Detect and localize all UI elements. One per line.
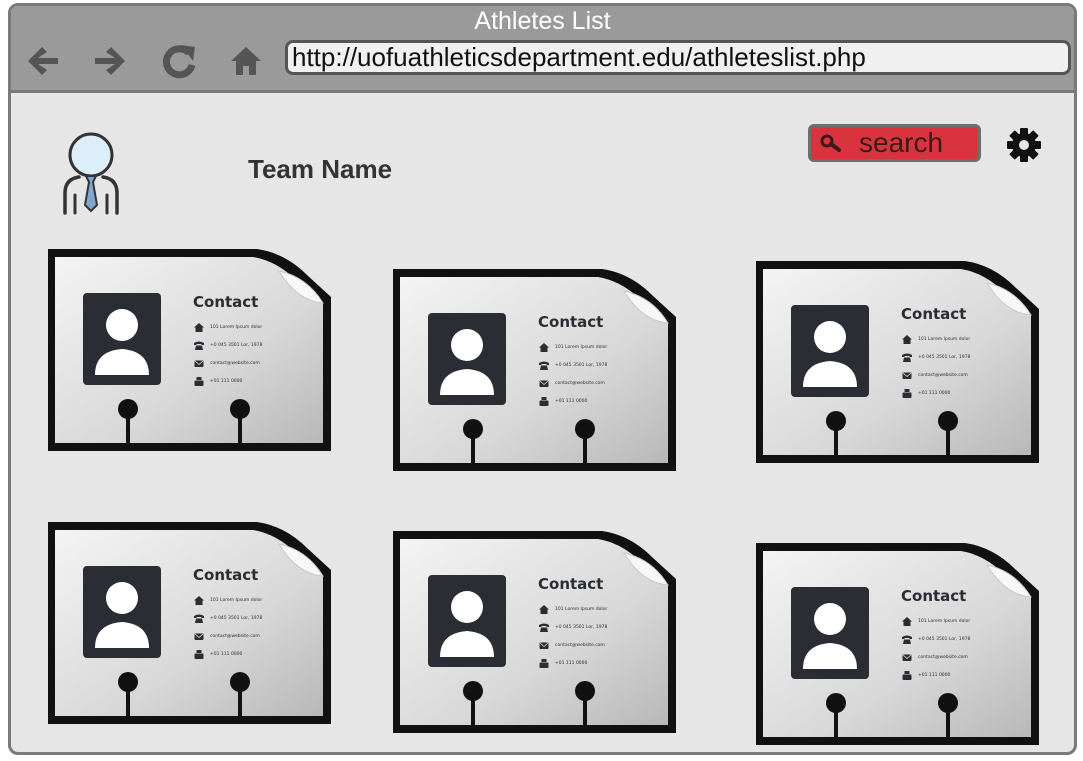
card-detail-line: 101 Lorem Ipsum dolor	[210, 325, 263, 330]
phone-icon	[539, 623, 549, 632]
email-icon	[194, 632, 204, 641]
home-small-icon	[539, 343, 549, 352]
phone-icon	[539, 361, 549, 370]
forward-button[interactable]	[88, 38, 134, 84]
window-title: Athletes List	[474, 7, 611, 35]
browser-window: Athletes List http://uofuathleticsdepart…	[8, 3, 1077, 755]
user-tie-icon	[63, 132, 119, 215]
fax-icon	[194, 650, 204, 659]
card-detail-line: +01 111 0000	[918, 391, 951, 396]
page-content: Team Name search Contact 101 Lorem Ipsum…	[11, 93, 1074, 752]
back-button[interactable]	[19, 38, 65, 84]
right-arrow-icon	[95, 47, 125, 75]
athlete-card[interactable]: Contact 101 Lorem Ipsum dolor +0 045 3501 …	[45, 518, 335, 738]
team-name: Team Name	[248, 154, 393, 184]
card-detail-line: +0 045 3501 Lor, 1978	[210, 616, 263, 621]
card-frame	[48, 522, 331, 724]
card-detail-line: +01 111 0000	[555, 399, 588, 404]
card-detail-line: +01 111 0000	[918, 673, 951, 678]
search-icon	[820, 134, 841, 152]
athlete-card[interactable]: Contact 101 Lorem Ipsum dolor +0 045 3501 …	[753, 539, 1043, 752]
gear-icon[interactable]	[1005, 126, 1043, 164]
fax-icon	[902, 671, 912, 680]
card-title: Contact	[193, 293, 259, 311]
home-small-icon	[194, 596, 204, 605]
fax-icon	[902, 389, 912, 398]
athlete-card[interactable]: Contact 101 Lorem Ipsum dolor +0 045 3501 …	[390, 527, 680, 747]
card-detail-line: contact@website.com	[210, 361, 260, 366]
home-small-icon	[194, 323, 204, 332]
phone-icon	[902, 635, 912, 644]
left-arrow-icon	[28, 47, 58, 75]
card-detail-line: +01 111 0000	[555, 661, 588, 666]
athlete-card[interactable]: Contact 101 Lorem Ipsum dolor +0 045 3501 …	[753, 257, 1043, 477]
home-small-icon	[902, 617, 912, 626]
browser-toolbar: Athletes List http://uofuathleticsdepart…	[11, 6, 1074, 93]
card-title: Contact	[538, 313, 604, 331]
card-title: Contact	[193, 566, 259, 584]
card-detail-line: +01 111 0000	[210, 379, 243, 384]
card-detail-line: 101 Lorem Ipsum dolor	[555, 345, 608, 350]
athlete-card[interactable]: Contact 101 Lorem Ipsum dolor +0 045 3501 …	[45, 245, 335, 465]
card-detail-line: contact@website.com	[918, 373, 968, 378]
card-title: Contact	[538, 575, 604, 593]
home-icon	[231, 47, 261, 75]
card-detail-line: contact@website.com	[555, 381, 605, 386]
email-icon	[194, 359, 204, 368]
search-label: search	[859, 127, 944, 158]
card-frame	[48, 249, 331, 451]
home-small-icon	[539, 605, 549, 614]
phone-icon	[194, 614, 204, 623]
card-frame	[756, 543, 1039, 745]
card-frame	[756, 261, 1039, 463]
card-detail-line: +0 045 3501 Lor, 1978	[555, 363, 608, 368]
card-detail-line: contact@website.com	[555, 643, 605, 648]
athlete-card[interactable]: Contact 101 Lorem Ipsum dolor +0 045 3501 …	[390, 265, 680, 485]
card-detail-line: +0 045 3501 Lor, 1978	[918, 637, 971, 642]
reload-icon	[162, 45, 196, 79]
email-icon	[902, 653, 912, 662]
address-bar[interactable]: http://uofuathleticsdepartment.edu/athle…	[285, 40, 1071, 75]
search-button[interactable]: search	[808, 124, 981, 162]
phone-icon	[194, 341, 204, 350]
card-title: Contact	[901, 305, 967, 323]
fax-icon	[539, 397, 549, 406]
email-icon	[902, 371, 912, 380]
card-detail-line: +0 045 3501 Lor, 1978	[918, 355, 971, 360]
home-small-icon	[902, 335, 912, 344]
card-detail-line: 101 Lorem Ipsum dolor	[918, 619, 971, 624]
card-detail-line: 101 Lorem Ipsum dolor	[555, 607, 608, 612]
card-detail-line: contact@website.com	[918, 655, 968, 660]
card-detail-line: 101 Lorem Ipsum dolor	[918, 337, 971, 342]
reload-button[interactable]	[156, 38, 202, 84]
fax-icon	[194, 377, 204, 386]
card-detail-line: +0 045 3501 Lor, 1978	[210, 343, 263, 348]
phone-icon	[902, 353, 912, 362]
card-detail-line: contact@website.com	[210, 634, 260, 639]
card-frame	[393, 269, 676, 471]
email-icon	[539, 379, 549, 388]
card-title: Contact	[901, 587, 967, 605]
fax-icon	[539, 659, 549, 668]
card-detail-line: 101 Lorem Ipsum dolor	[210, 598, 263, 603]
home-button[interactable]	[223, 38, 269, 84]
email-icon	[539, 641, 549, 650]
card-detail-line: +01 111 0000	[210, 652, 243, 657]
card-detail-line: +0 045 3501 Lor, 1978	[555, 625, 608, 630]
card-frame	[393, 531, 676, 733]
